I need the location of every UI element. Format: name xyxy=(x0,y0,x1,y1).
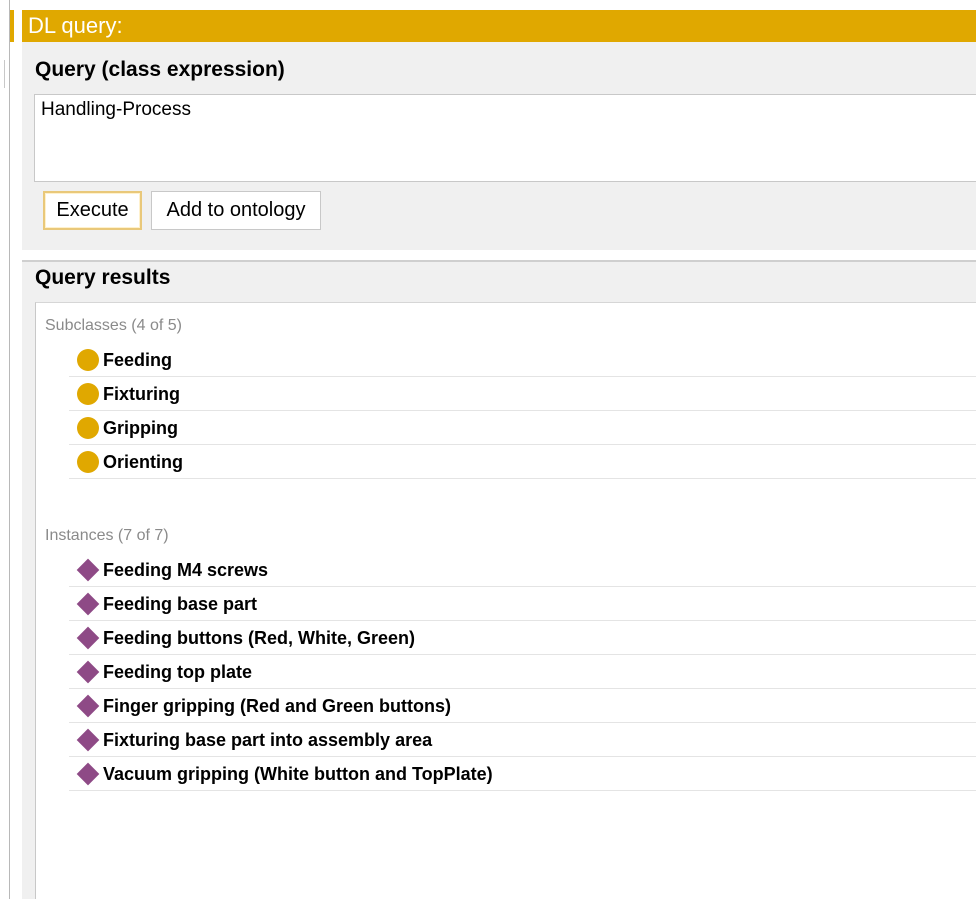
query-heading: Query (class expression) xyxy=(35,58,285,81)
individual-diamond-icon-shape xyxy=(76,558,100,582)
instance-item-label: Feeding top plate xyxy=(103,662,253,682)
class-circle-icon xyxy=(76,416,100,440)
individual-diamond-icon-shape xyxy=(76,694,100,718)
class-expression-input[interactable]: Handling-Process xyxy=(34,94,976,182)
individual-diamond-icon xyxy=(76,728,100,752)
instance-item-label: Fixturing base part into assembly area xyxy=(103,730,433,750)
subclass-item-label: Feeding xyxy=(103,350,173,370)
query-section: Query (class expression) Handling-Proces… xyxy=(22,42,976,250)
instance-item-label: Vacuum gripping (White button and TopPla… xyxy=(103,764,493,784)
class-circle-icon xyxy=(76,382,100,406)
subclasses-list: Feeding Fixturing Gripping Orienting xyxy=(69,343,976,479)
add-to-ontology-button[interactable]: Add to ontology xyxy=(151,191,321,230)
individual-diamond-icon xyxy=(76,762,100,786)
individual-diamond-icon xyxy=(76,592,100,616)
subclass-item[interactable]: Feeding xyxy=(69,343,976,377)
instance-item[interactable]: Feeding top plate xyxy=(69,655,976,689)
panel-accent-bar xyxy=(10,10,14,42)
individual-diamond-icon-shape xyxy=(76,728,100,752)
instances-list: Feeding M4 screws Feeding base part Feedin… xyxy=(69,553,976,791)
instances-group-label: Instances (7 of 7) xyxy=(45,527,169,544)
subclass-item[interactable]: Gripping xyxy=(69,411,976,445)
dl-query-panel: DL query: Query (class expression) Handl… xyxy=(10,0,976,899)
subclass-item[interactable]: Orienting xyxy=(69,445,976,479)
instance-item-label: Feeding base part xyxy=(103,594,258,614)
individual-diamond-icon xyxy=(76,660,100,684)
subclass-item-label: Gripping xyxy=(103,418,178,438)
class-circle-icon-shape xyxy=(77,349,99,371)
individual-diamond-icon xyxy=(76,694,100,718)
results-section: Query results Subclasses (4 of 5) Feedin… xyxy=(22,262,976,899)
subclasses-group-label: Subclasses (4 of 5) xyxy=(45,317,182,334)
instance-item[interactable]: Fixturing base part into assembly area xyxy=(69,723,976,757)
execute-button[interactable]: Execute xyxy=(43,191,142,230)
subclass-item-label: Fixturing xyxy=(103,384,180,404)
instance-item[interactable]: Vacuum gripping (White button and TopPla… xyxy=(69,757,976,791)
individual-diamond-icon xyxy=(76,558,100,582)
instance-item[interactable]: Feeding M4 screws xyxy=(69,553,976,587)
individual-diamond-icon-shape xyxy=(76,592,100,616)
results-list-box: Subclasses (4 of 5) Feeding Fixturing Grip… xyxy=(35,302,976,899)
class-circle-icon xyxy=(76,348,100,372)
subclass-item-label: Orienting xyxy=(103,452,183,472)
class-circle-icon xyxy=(76,450,100,474)
results-heading: Query results xyxy=(35,266,171,289)
class-circle-icon-shape xyxy=(77,383,99,405)
instance-item-label: Finger gripping (Red and Green buttons) xyxy=(103,696,451,716)
instance-item-label: Feeding M4 screws xyxy=(103,560,269,580)
individual-diamond-icon-shape xyxy=(76,660,100,684)
individual-diamond-icon-shape xyxy=(76,762,100,786)
instance-item[interactable]: Finger gripping (Red and Green buttons) xyxy=(69,689,976,723)
individual-diamond-icon-shape xyxy=(76,626,100,650)
individual-diamond-icon xyxy=(76,626,100,650)
instance-item-label: Feeding buttons (Red, White, Green) xyxy=(103,628,415,648)
class-circle-icon-shape xyxy=(77,417,99,439)
subclass-item[interactable]: Fixturing xyxy=(69,377,976,411)
class-circle-icon-shape xyxy=(77,451,99,473)
panel-title: DL query: xyxy=(22,10,976,42)
instance-item[interactable]: Feeding buttons (Red, White, Green) xyxy=(69,621,976,655)
instance-item[interactable]: Feeding base part xyxy=(69,587,976,621)
